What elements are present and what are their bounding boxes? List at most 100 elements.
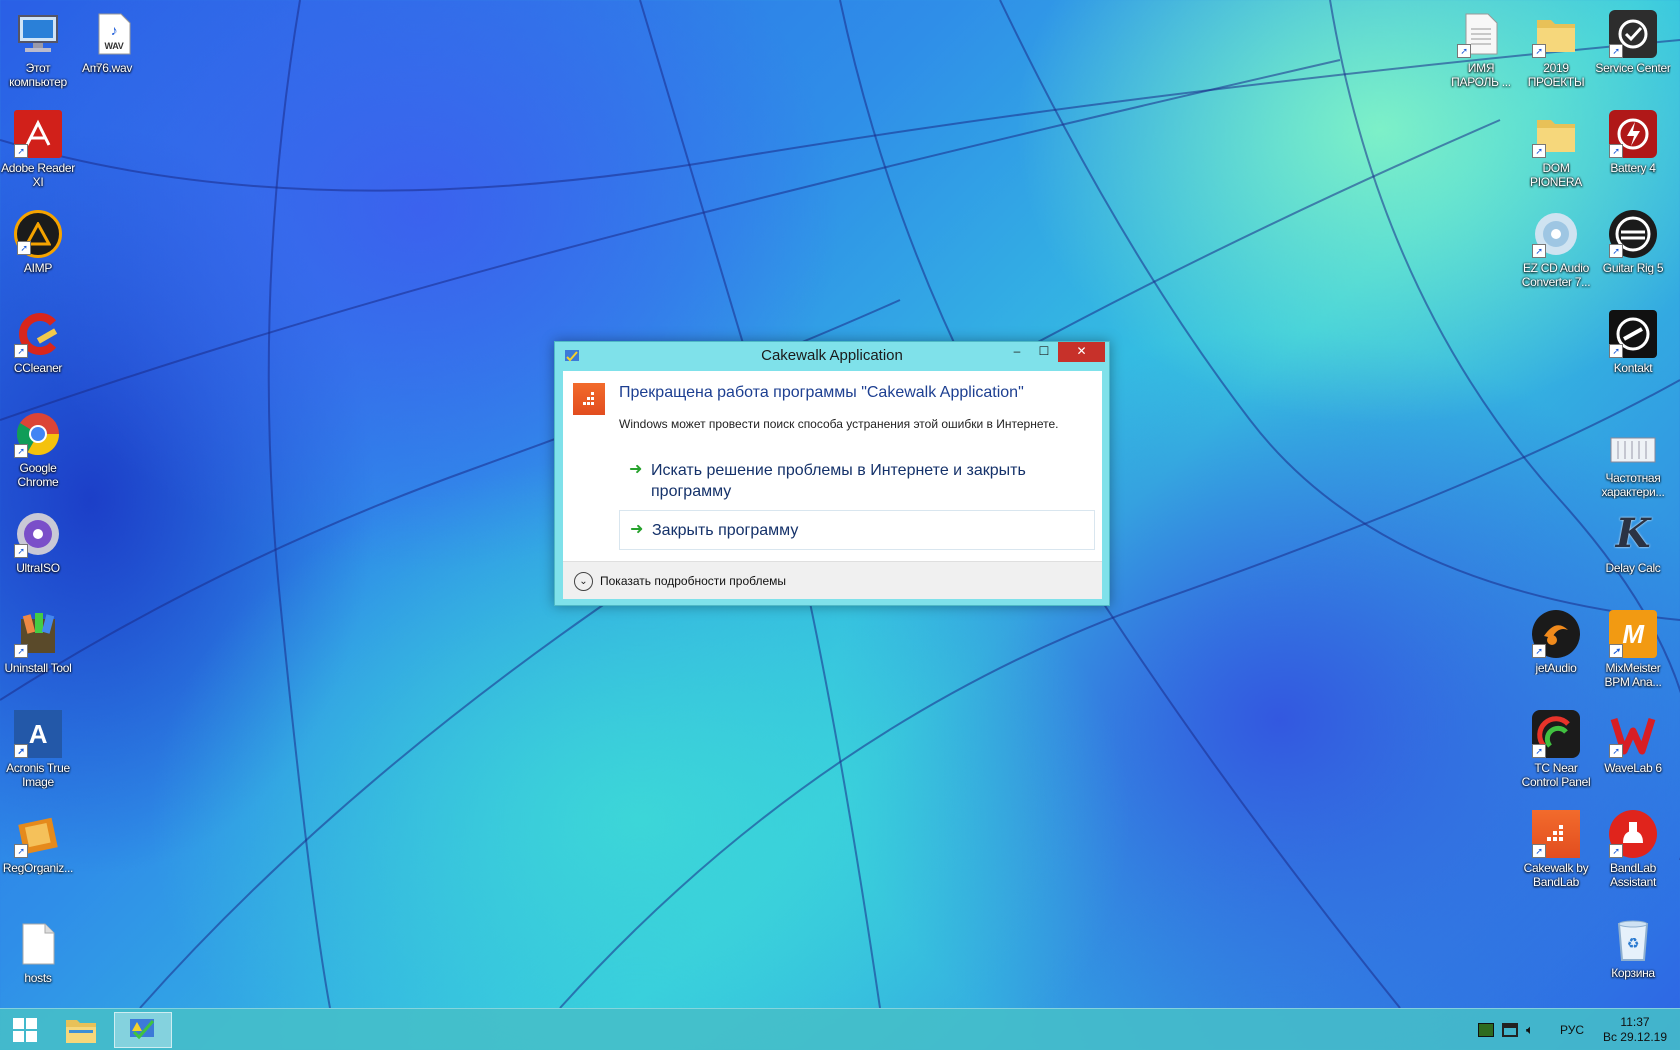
desktop-icon-tc-near[interactable]: ➚ TC Near Control Panel: [1518, 710, 1594, 789]
bandlab-icon: ➚: [1609, 810, 1657, 858]
dialog-titlebar[interactable]: Cakewalk Application ‒ ☐ ✕: [555, 342, 1109, 369]
green-arrow-icon: ➜: [630, 521, 644, 538]
service-center-icon: ➚: [1609, 10, 1657, 58]
desktop-icon-frequency[interactable]: Частотная характери...: [1595, 420, 1671, 499]
desktop-icon-label: 76.wav: [95, 61, 133, 75]
desktop-icon-hosts[interactable]: hosts: [0, 920, 76, 985]
clock[interactable]: 11:37 Вс 29.12.19: [1595, 1015, 1675, 1050]
desktop-icon-label: Adobe Reader XI: [1, 161, 75, 189]
nvidia-icon[interactable]: [1478, 1023, 1494, 1037]
green-arrow-icon: ➜: [629, 461, 643, 478]
dialog-footer: ⌄ Показать подробности проблемы: [563, 561, 1102, 599]
volume-icon[interactable]: 🔈︎: [1526, 1023, 1542, 1037]
text-file-icon: ➚: [1457, 10, 1505, 58]
desktop-icon-label: UltraISO: [16, 561, 60, 575]
desktop-icon-label: Uninstall Tool: [4, 661, 72, 675]
desktop-icon-label: hosts: [24, 971, 52, 985]
desktop-icon-label: EZ CD Audio Converter 7...: [1521, 261, 1591, 289]
acronis-icon: A ➚: [14, 710, 62, 758]
dialog-body: Прекращена работа программы "Cakewalk Ap…: [563, 371, 1102, 599]
desktop-icon-bandlab-assistant[interactable]: ➚ BandLab Assistant: [1595, 810, 1671, 889]
desktop-icon-label: MixMeister BPM Ana...: [1604, 661, 1662, 689]
desktop-icon-battery4[interactable]: ➚ Battery 4: [1595, 110, 1671, 175]
desktop-icon-cakewalk[interactable]: ➚ Cakewalk by BandLab: [1518, 810, 1594, 889]
taskbar-file-explorer[interactable]: [52, 1012, 110, 1048]
clock-date: Вс 29.12.19: [1602, 1030, 1668, 1044]
desktop-icon-label: Google Chrome: [17, 461, 59, 489]
desktop-icon-uninstall-tool[interactable]: ➚ Uninstall Tool: [0, 610, 76, 675]
regorganizer-icon: ➚: [14, 810, 62, 858]
desktop-icon-label: Kontakt: [1613, 361, 1653, 375]
minimize-button[interactable]: ‒: [1004, 342, 1030, 362]
desktop-icon-dom-pionera[interactable]: ➚ DOM PIONERA: [1518, 110, 1594, 189]
close-program-option[interactable]: ➜ Закрыть программу: [619, 510, 1095, 550]
desktop-icon-guitar-rig[interactable]: ➚ Guitar Rig 5: [1595, 210, 1671, 275]
svg-text:♻: ♻: [1627, 935, 1639, 951]
desktop-icon-adobe-reader[interactable]: ➚ Adobe Reader XI: [0, 110, 76, 189]
search-solution-online-option[interactable]: ➜ Искать решение проблемы в Интернете и …: [619, 455, 1095, 507]
battery4-icon: ➚: [1609, 110, 1657, 158]
desktop-icon-76-wav[interactable]: ♪ WAV 76.wav: [76, 10, 152, 75]
dialog-heading: Прекращена работа программы "Cakewalk Ap…: [619, 384, 1024, 401]
uninstall-tool-icon: ➚: [14, 610, 62, 658]
network-icon[interactable]: [1502, 1023, 1518, 1037]
desktop-icon-acronis[interactable]: A ➚ Acronis True Image: [0, 710, 76, 789]
ccleaner-icon: ➚: [14, 310, 62, 358]
folder-icon: [66, 1020, 96, 1043]
aimp-icon: ➚: [14, 210, 62, 258]
desktop-icon-regorganizer[interactable]: ➚ RegOrganiz...: [0, 810, 76, 875]
show-details-link[interactable]: Показать подробности проблемы: [600, 574, 786, 588]
chevron-down-icon[interactable]: ⌄: [574, 572, 593, 591]
svg-text:WAV: WAV: [105, 41, 124, 51]
desktop-icon-kontakt[interactable]: ➚ Kontakt: [1595, 310, 1671, 375]
mixmeister-icon: M ➚: [1609, 610, 1657, 658]
desktop-icon-2019-projects[interactable]: ➚ 2019 ПРОЕКТЫ: [1518, 10, 1594, 89]
desktop-icon-delay-calc[interactable]: K Delay Calc: [1595, 510, 1671, 576]
desktop-icon-password-file[interactable]: ➚ ИМЯ ПАРОЛЬ ...: [1443, 10, 1519, 89]
frequency-icon: [1609, 432, 1657, 468]
desktop-icon-label: BandLab Assistant: [1610, 861, 1656, 889]
folder-icon: ➚: [1532, 110, 1580, 158]
language-indicator[interactable]: РУС: [1560, 1023, 1584, 1050]
ultraiso-icon: ➚: [14, 510, 62, 558]
start-button[interactable]: [0, 1012, 50, 1048]
tc-near-icon: ➚: [1532, 710, 1580, 758]
maximize-button[interactable]: ☐: [1031, 342, 1057, 362]
desktop-icon-label: AIMP: [23, 261, 53, 275]
chrome-icon: ➚: [14, 410, 62, 458]
taskbar: 🔈︎ РУС 11:37 Вс 29.12.19: [0, 1008, 1680, 1050]
desktop-icon-label: Guitar Rig 5: [1602, 261, 1664, 275]
desktop-icon-wavelab[interactable]: ➚ WaveLab 6: [1595, 710, 1671, 775]
windows-logo-icon: [13, 1018, 37, 1042]
svg-text:♪: ♪: [111, 22, 118, 38]
desktop-icon-mixmeister[interactable]: M ➚ MixMeister BPM Ana...: [1595, 610, 1671, 689]
desktop-icon-service-center[interactable]: ➚ Service Center: [1595, 10, 1671, 75]
cakewalk-icon: ➚: [1532, 810, 1580, 858]
desktop-icon-ez-cd[interactable]: ➚ EZ CD Audio Converter 7...: [1518, 210, 1594, 289]
desktop-icon-label: TC Near Control Panel: [1521, 761, 1591, 789]
cakewalk-icon: [573, 383, 605, 415]
desktop-icon-label: Cakewalk by BandLab: [1523, 861, 1589, 889]
guitar-rig-icon: ➚: [1609, 210, 1657, 258]
desktop-icon-label: DOM PIONERA: [1530, 161, 1582, 189]
desktop-icon-ultraiso[interactable]: ➚ UltraISO: [0, 510, 76, 575]
wav-file-icon: ♪ WAV: [90, 10, 138, 58]
desktop-icon-google-chrome[interactable]: ➚ Google Chrome: [0, 410, 76, 489]
desktop-icon-label: jetAudio: [1535, 661, 1577, 675]
desktop-icon-label: RegOrganiz...: [2, 861, 74, 875]
dialog-description: Windows может провести поиск способа уст…: [619, 417, 1059, 431]
desktop-icon-label: WaveLab 6: [1604, 761, 1662, 775]
recycle-bin-icon: ♻: [1609, 915, 1657, 963]
system-tray: 🔈︎: [1478, 1023, 1542, 1050]
option-label: Искать решение проблемы в Интернете и за…: [651, 462, 1026, 500]
desktop-icon-label: Частотная характери...: [1601, 471, 1665, 499]
desktop-icon-recycle-bin[interactable]: ♻ Корзина: [1595, 915, 1671, 980]
close-button[interactable]: ✕: [1058, 342, 1105, 362]
desktop-icon-jetaudio[interactable]: ➚ jetAudio: [1518, 610, 1594, 675]
desktop-icon-ccleaner[interactable]: ➚ CCleaner: [0, 310, 76, 375]
ez-cd-icon: ➚: [1532, 210, 1580, 258]
desktop-icon-label: CCleaner: [13, 361, 63, 375]
desktop-icon-aimp[interactable]: ➚ AIMP: [0, 210, 76, 275]
taskbar-error-reporting[interactable]: [114, 1012, 172, 1048]
clock-time: 11:37: [1620, 1015, 1650, 1029]
